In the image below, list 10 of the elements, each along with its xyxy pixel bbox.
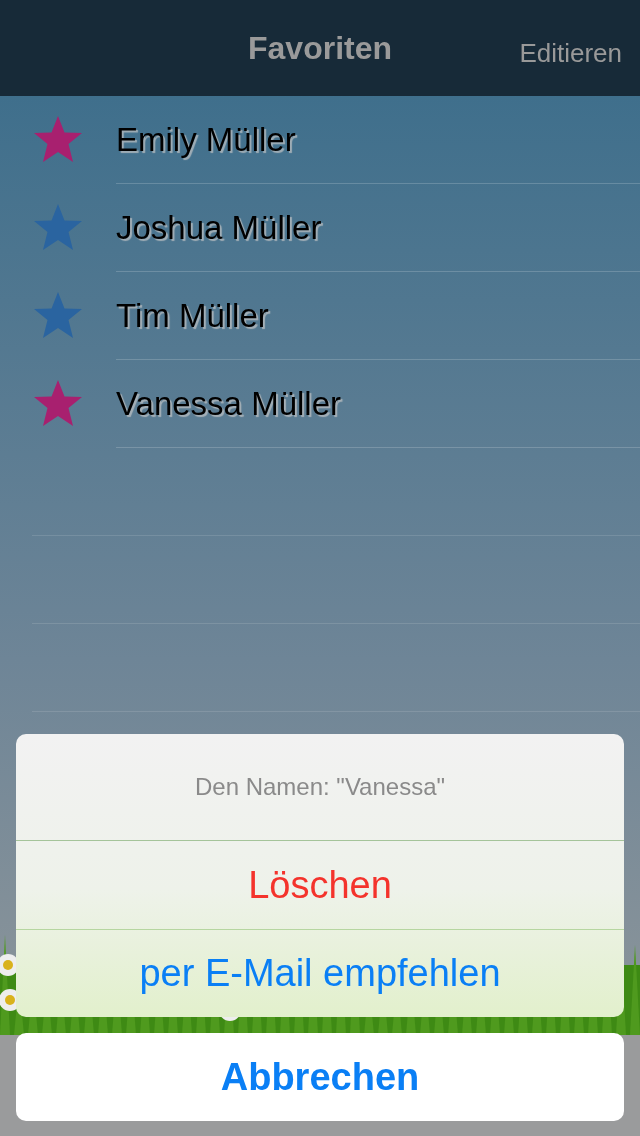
favorite-name[interactable]: Joshua Müller xyxy=(116,208,322,247)
sheet-title: Den Namen: "Vanessa" xyxy=(16,734,624,841)
nav-title: Favoriten xyxy=(248,29,392,67)
delete-button[interactable]: Löschen xyxy=(16,841,624,929)
favorite-name[interactable]: Tim Müller xyxy=(116,296,269,335)
favorite-name[interactable]: Vanessa Müller xyxy=(116,384,341,423)
cancel-button[interactable]: Abbrechen xyxy=(16,1033,624,1121)
action-button[interactable]: per E-Mail empfehlen xyxy=(16,929,624,1017)
favorite-name[interactable]: Emily Müller xyxy=(116,120,296,159)
edit-button[interactable]: Editieren xyxy=(519,38,622,69)
